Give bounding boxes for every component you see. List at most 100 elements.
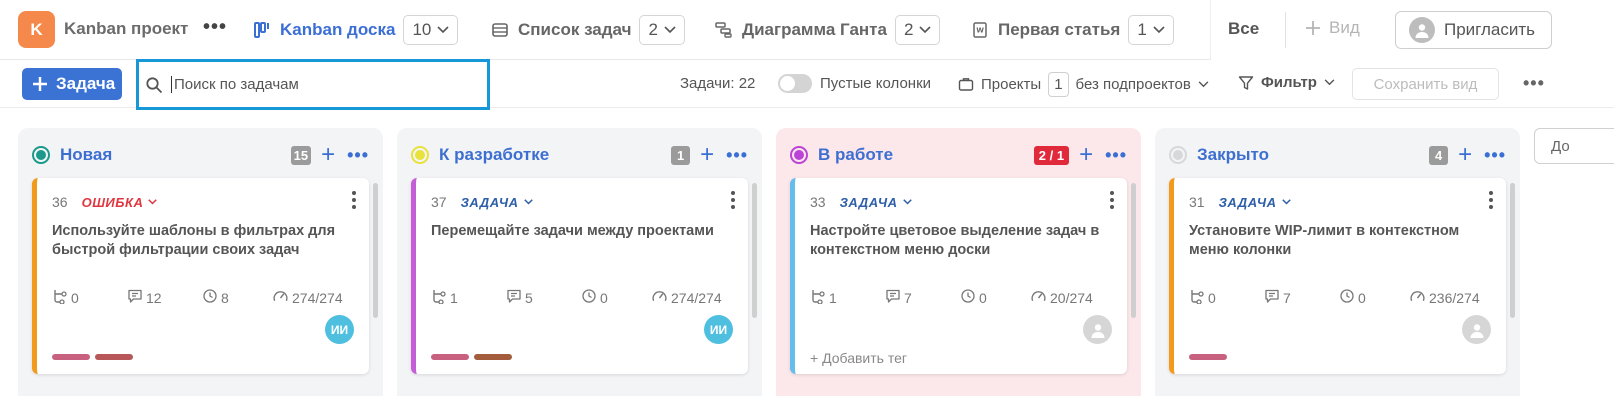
task-type: ЗАДАЧА <box>460 194 519 210</box>
save-view-button[interactable]: Сохранить вид <box>1352 68 1499 100</box>
clock-icon <box>960 288 976 307</box>
tag[interactable] <box>95 354 133 360</box>
task-title[interactable]: Используйте шаблоны в фильтрах для быстр… <box>52 222 352 260</box>
task-type-select[interactable]: ЗАДАЧА <box>840 195 912 210</box>
projects-label: Проекты <box>981 75 1042 93</box>
add-view-label: Вид <box>1329 18 1360 37</box>
column-count-badge: 2 / 1 <box>1033 145 1070 165</box>
add-card-icon[interactable]: + <box>1458 143 1472 167</box>
projects-filter[interactable]: Проекты 1 без подпроектов <box>958 69 1209 99</box>
add-column-button[interactable]: До <box>1534 128 1614 164</box>
search-box[interactable] <box>136 59 490 110</box>
column-title[interactable]: Новая <box>60 145 291 165</box>
column-more-icon[interactable]: ••• <box>726 146 748 164</box>
tab-label: Первая статья <box>998 20 1121 39</box>
column-scrollbar[interactable] <box>1510 183 1515 318</box>
task-card[interactable]: 37 ЗАДАЧА Перемещайте задачи между проек… <box>411 178 748 374</box>
tag[interactable] <box>52 354 90 360</box>
user-icon <box>1409 17 1435 43</box>
task-id: 37 <box>431 194 447 210</box>
filter-icon <box>1238 75 1254 90</box>
task-type-select[interactable]: ЗАДАЧА <box>461 195 533 210</box>
plus-icon <box>1306 21 1320 35</box>
tab-count-select[interactable]: 1 <box>1128 15 1174 45</box>
task-type-select[interactable]: ЗАДАЧА <box>1219 195 1291 210</box>
tab-count-select[interactable]: 2 <box>639 15 685 45</box>
task-title[interactable]: Установите WIP-лимит в контекстном меню … <box>1189 222 1489 260</box>
card-more-icon[interactable] <box>730 191 736 209</box>
task-type: ЗАДАЧА <box>839 194 898 210</box>
stat-value: 8 <box>221 289 229 306</box>
add-task-button[interactable]: Задача <box>22 68 122 100</box>
add-tag-button[interactable]: + Добавить тег <box>810 350 907 366</box>
task-type: ОШИБКА <box>81 194 144 210</box>
progress-gauge-icon <box>272 288 289 308</box>
clock-stat: 0 <box>581 288 608 307</box>
avatar[interactable] <box>1083 315 1112 344</box>
stat-value: 236/274 <box>1429 290 1480 306</box>
comments-icon <box>506 288 522 307</box>
task-title[interactable]: Перемещайте задачи между проектами <box>431 222 731 241</box>
tab-gantt[interactable]: Диаграмма Ганта 2 <box>714 14 941 46</box>
column-scrollbar[interactable] <box>752 183 757 318</box>
card-meta: 31 ЗАДАЧА <box>1189 194 1291 210</box>
project-name[interactable]: Kanban проект <box>64 19 188 39</box>
chevron-down-icon <box>437 26 449 34</box>
task-type-select[interactable]: ОШИБКА <box>82 195 158 210</box>
task-id: 31 <box>1189 194 1205 210</box>
column-title[interactable]: Закрыто <box>1197 145 1429 165</box>
column-more-icon[interactable]: ••• <box>1105 146 1127 164</box>
tab-kanban-board[interactable]: Kanban доска 10 <box>252 14 459 46</box>
task-card[interactable]: 33 ЗАДАЧА Настройте цветовое выделение з… <box>790 178 1127 374</box>
avatar[interactable]: ИИ <box>325 315 354 344</box>
column-scrollbar[interactable] <box>1131 183 1136 318</box>
column-scrollbar[interactable] <box>373 183 378 318</box>
task-card[interactable]: 36 ОШИБКА Используйте шаблоны в фильтрах… <box>32 178 369 374</box>
add-view-button[interactable]: Вид <box>1305 18 1360 38</box>
column-header: К разработке 1 + ••• <box>411 143 748 167</box>
column-more-icon[interactable]: ••• <box>347 146 369 164</box>
tab-count-select[interactable]: 2 <box>894 15 941 45</box>
task-id: 36 <box>52 194 68 210</box>
more-icon[interactable]: ••• <box>1523 73 1545 94</box>
task-title[interactable]: Настройте цветовое выделение задач в кон… <box>810 222 1110 260</box>
stat-value: 12 <box>146 289 162 306</box>
project-more-icon[interactable]: ••• <box>203 16 227 39</box>
card-meta: 37 ЗАДАЧА <box>431 194 533 210</box>
tab-count-select[interactable]: 10 <box>403 15 459 45</box>
invite-button[interactable]: Пригласить <box>1395 11 1552 49</box>
filter-button[interactable]: Фильтр <box>1238 74 1335 91</box>
projects-count: 1 <box>1048 71 1069 97</box>
subtasks-stat: 1 <box>810 288 837 307</box>
card-more-icon[interactable] <box>351 191 357 209</box>
task-card[interactable]: 31 ЗАДАЧА Установите WIP-лимит в контекс… <box>1169 178 1506 374</box>
card-more-icon[interactable] <box>1109 191 1115 209</box>
clock-stat: 0 <box>960 288 987 307</box>
progress-gauge-icon <box>1409 288 1426 308</box>
empty-columns-toggle[interactable] <box>778 74 812 93</box>
subtasks-icon <box>810 288 826 307</box>
avatar[interactable] <box>1462 315 1491 344</box>
tab-first-article[interactable]: W Первая статья 1 <box>970 14 1174 46</box>
subtasks-stat: 1 <box>431 288 458 307</box>
tag[interactable] <box>474 354 512 360</box>
search-input[interactable] <box>171 76 461 93</box>
column-2: В работе 2 / 1 + ••• 33 ЗАДАЧА Настройте… <box>776 128 1141 396</box>
avatar[interactable]: ИИ <box>704 315 733 344</box>
add-card-icon[interactable]: + <box>321 143 335 167</box>
add-card-icon[interactable]: + <box>700 143 714 167</box>
status-icon <box>32 146 50 164</box>
column-header: Закрыто 4 + ••• <box>1169 143 1506 167</box>
column-title[interactable]: К разработке <box>439 145 671 165</box>
invite-label: Пригласить <box>1444 20 1536 39</box>
project-logo[interactable]: K <box>18 11 55 48</box>
tag[interactable] <box>1189 354 1227 360</box>
tag[interactable] <box>431 354 469 360</box>
card-more-icon[interactable] <box>1488 191 1494 209</box>
column-title[interactable]: В работе <box>818 145 1034 165</box>
progress-gauge-stat: 274/274 <box>272 288 343 308</box>
add-card-icon[interactable]: + <box>1079 143 1093 167</box>
column-more-icon[interactable]: ••• <box>1484 146 1506 164</box>
tab-task-list[interactable]: Список задач 2 <box>490 14 685 46</box>
all-views-button[interactable]: Все <box>1228 19 1259 39</box>
